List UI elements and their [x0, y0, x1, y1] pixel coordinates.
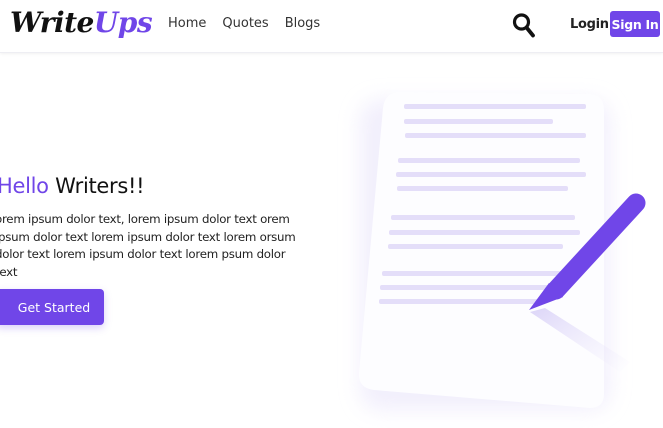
document-with-pen-icon — [330, 70, 663, 428]
nav-home-link[interactable]: Home — [168, 16, 206, 31]
logo-text-write: Write — [10, 6, 94, 39]
login-link[interactable]: Login — [570, 17, 609, 32]
hero-title: Hello Writers!! — [0, 174, 145, 198]
hero-title-accent: Hello — [0, 174, 49, 198]
nav-blogs-link[interactable]: Blogs — [285, 16, 321, 31]
hero-title-rest: Writers!! — [48, 174, 145, 198]
hero-description: orem ipsum dolor text, lorem ipsum dolor… — [0, 212, 296, 280]
logo[interactable]: Write Ups — [10, 6, 153, 46]
get-started-button[interactable]: Get Started — [0, 289, 104, 325]
nav-quotes-link[interactable]: Quotes — [222, 16, 268, 31]
logo-text-ups: Ups — [93, 6, 153, 39]
site-header: Write Ups Home Quotes Blogs Login Sign In — [0, 0, 663, 53]
sign-in-button[interactable]: Sign In — [610, 11, 660, 37]
search-icon[interactable] — [512, 12, 536, 40]
main-nav: Home Quotes Blogs — [168, 16, 320, 31]
